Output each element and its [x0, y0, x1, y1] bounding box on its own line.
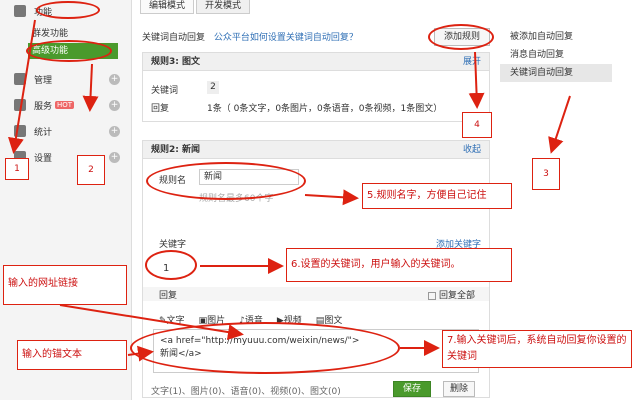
annotation-arrows — [8, 19, 571, 362]
